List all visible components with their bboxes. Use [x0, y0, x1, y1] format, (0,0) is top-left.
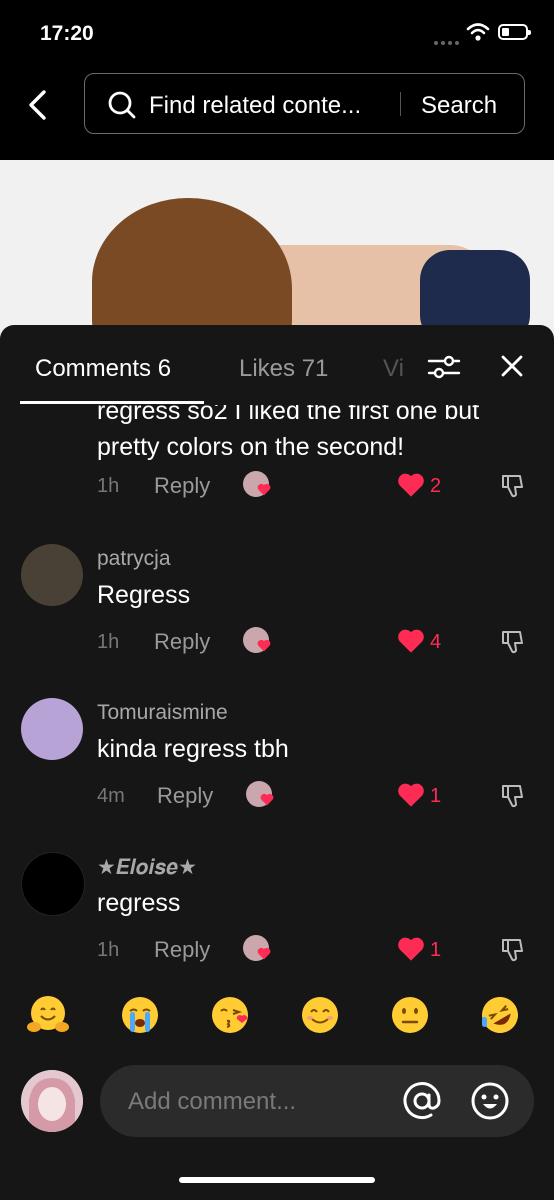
comment-text: regress so2 I liked the first one but — [97, 405, 480, 425]
kissing-face-emoji[interactable] — [208, 993, 252, 1037]
dislike-icon[interactable] — [499, 473, 525, 499]
avatar[interactable] — [21, 852, 85, 916]
dislike-icon[interactable] — [499, 629, 525, 655]
like-button[interactable]: 4 — [397, 628, 441, 659]
close-icon[interactable] — [500, 354, 524, 378]
tab-comments[interactable]: Comments 6 — [35, 355, 171, 383]
smiling-face-emoji[interactable] — [298, 993, 342, 1037]
tab-views[interactable]: Vi — [383, 355, 404, 383]
emoji-picker-icon[interactable] — [470, 1081, 510, 1121]
creator-liked-badge — [243, 471, 271, 499]
video-preview[interactable] — [0, 160, 554, 350]
mention-icon[interactable] — [402, 1081, 442, 1121]
heart-icon — [398, 783, 424, 807]
heart-icon — [398, 473, 424, 497]
like-count: 2 — [430, 475, 442, 497]
comment-meta: 4m Reply 1 — [97, 781, 537, 811]
comment-time: 1h — [97, 631, 120, 653]
search-placeholder[interactable]: Find related conte... — [149, 92, 361, 120]
like-button[interactable]: 1 — [397, 936, 441, 967]
comment-text: regress — [97, 889, 181, 917]
comment-time: 1h — [97, 475, 120, 497]
comment-username[interactable]: patrycja — [97, 547, 171, 571]
comment-username[interactable]: Tomuraismine — [97, 701, 228, 725]
comment-username[interactable]: ★𝑬𝒍𝒐𝒊𝒔𝒆★ — [97, 855, 197, 880]
neutral-face-emoji[interactable] — [388, 993, 432, 1037]
creator-liked-badge — [246, 781, 274, 809]
creator-liked-badge — [243, 627, 271, 655]
comment-meta: 1h Reply 2 — [97, 471, 537, 501]
user-avatar[interactable] — [21, 1070, 83, 1132]
comment-meta: 1h Reply 1 — [97, 935, 537, 965]
status-bar: 17:20 — [0, 0, 554, 60]
reply-button[interactable]: Reply — [154, 937, 210, 963]
filter-sliders-icon[interactable] — [427, 353, 461, 381]
reply-button[interactable]: Reply — [154, 473, 210, 499]
comment-input[interactable] — [126, 1083, 390, 1121]
comment-meta: 1h Reply 4 — [97, 627, 537, 657]
top-bar: Find related conte... Search — [0, 60, 554, 160]
comment-list[interactable]: regress so2 I liked the first one but pr… — [0, 405, 554, 980]
emoji-quick-bar — [0, 993, 554, 1048]
comments-sheet: Comments 6 Likes 71 Vi regress so2 I lik… — [0, 325, 554, 1200]
avatar[interactable] — [21, 698, 83, 760]
comment-text: pretty colors on the second! — [97, 433, 405, 461]
like-count: 1 — [430, 939, 442, 961]
active-tab-indicator — [20, 401, 204, 404]
like-button[interactable]: 2 — [397, 472, 441, 503]
back-arrow-icon[interactable] — [26, 88, 50, 122]
crying-face-emoji[interactable] — [118, 993, 162, 1037]
dislike-icon[interactable] — [499, 937, 525, 963]
comment-time: 4m — [97, 785, 125, 807]
reply-button[interactable]: Reply — [154, 629, 210, 655]
heart-icon — [398, 629, 424, 653]
creator-liked-badge — [243, 935, 271, 963]
like-count: 1 — [430, 785, 442, 807]
reply-button[interactable]: Reply — [157, 783, 213, 809]
user-avatar-art-icon — [21, 1070, 83, 1132]
comment-text: kinda regress tbh — [97, 735, 289, 763]
comment-text: Regress — [97, 581, 191, 609]
comment-input-bar — [0, 1065, 554, 1145]
tab-bar: Comments 6 Likes 71 Vi — [0, 325, 554, 405]
avatar[interactable] — [21, 544, 83, 606]
wifi-icon — [466, 23, 490, 41]
comment-field[interactable] — [100, 1065, 534, 1137]
rofl-emoji[interactable] — [478, 993, 522, 1037]
signal-dots-icon — [434, 32, 462, 50]
search-divider — [400, 92, 401, 116]
hugging-face-emoji[interactable] — [26, 993, 70, 1037]
like-button[interactable]: 1 — [397, 782, 441, 813]
tab-likes[interactable]: Likes 71 — [239, 355, 328, 383]
comment-time: 1h — [97, 939, 120, 961]
search-bar[interactable]: Find related conte... Search — [84, 73, 525, 134]
battery-icon — [498, 24, 531, 40]
dislike-icon[interactable] — [499, 783, 525, 809]
heart-icon — [398, 937, 424, 961]
search-button[interactable]: Search — [421, 92, 497, 120]
like-count: 4 — [430, 631, 442, 653]
search-icon — [108, 91, 136, 119]
home-indicator — [179, 1177, 375, 1183]
status-time: 17:20 — [40, 22, 94, 45]
